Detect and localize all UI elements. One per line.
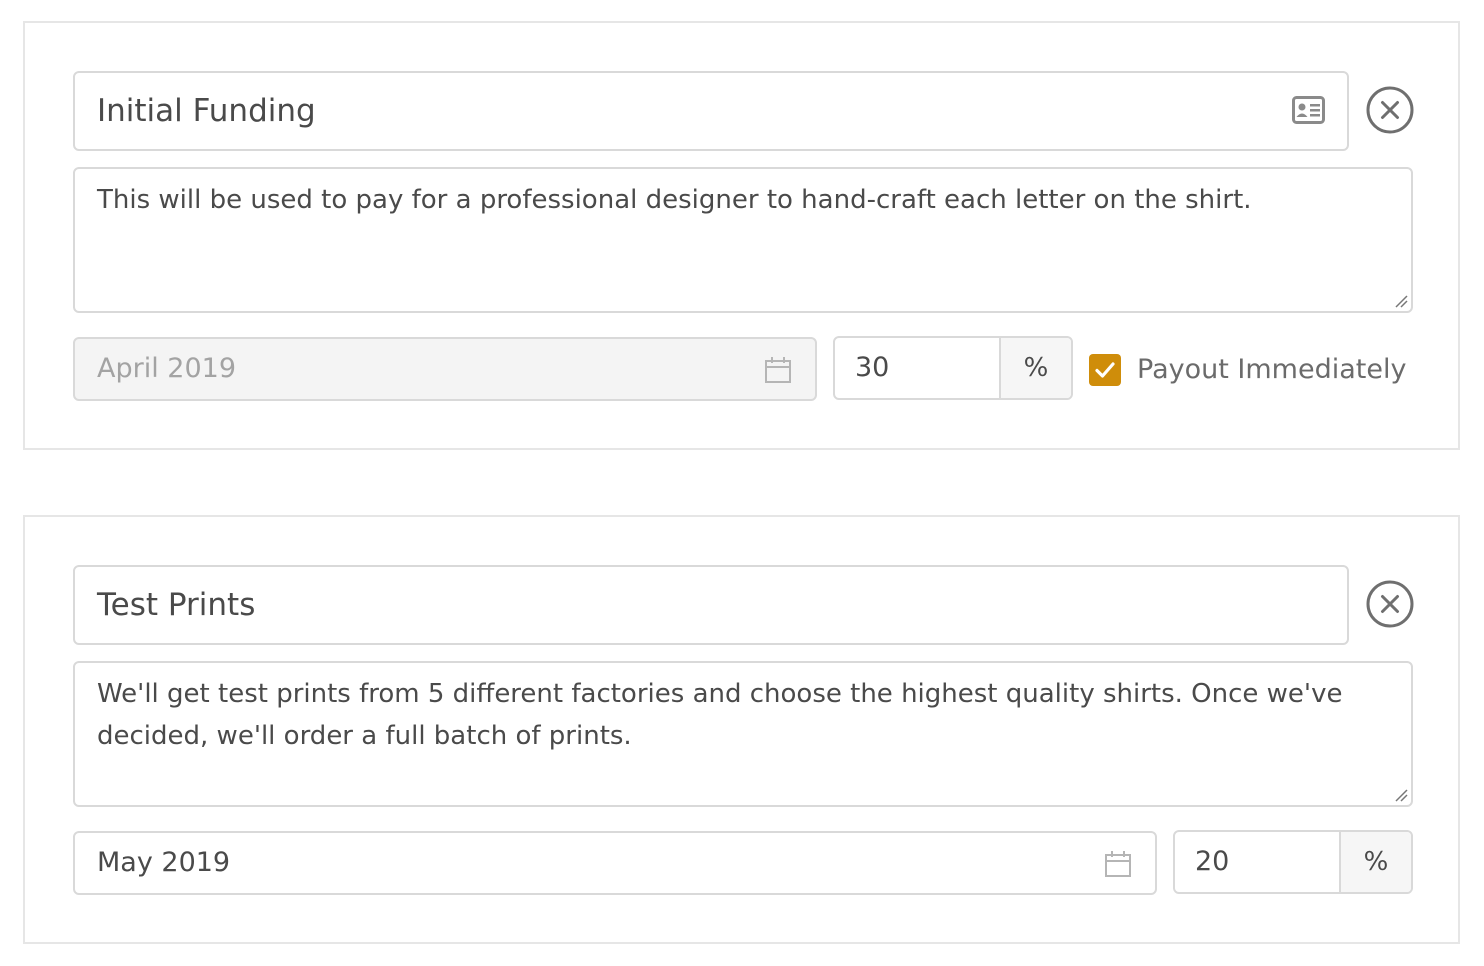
percent-addon: % [999, 338, 1071, 398]
milestone-title-value: Test Prints [97, 587, 256, 623]
resize-grip-icon[interactable] [1394, 294, 1408, 308]
payout-immediately-checkbox[interactable] [1089, 354, 1121, 386]
milestone-description-textarea[interactable]: We'll get test prints from 5 different f… [73, 661, 1413, 807]
close-circle-icon[interactable] [1366, 580, 1414, 628]
milestone-title-input[interactable]: Test Prints [73, 565, 1349, 645]
milestone-date-picker[interactable]: May 2019 [73, 831, 1157, 895]
milestone-title-input[interactable]: Initial Funding [73, 71, 1349, 151]
milestone-card: Initial Funding This will be used to pay… [23, 21, 1460, 450]
payout-immediately-label[interactable]: Payout Immediately [1137, 345, 1406, 395]
milestone-card: Test Prints We'll get test prints from 5… [23, 515, 1460, 944]
milestone-percent-value: 20 [1195, 846, 1230, 877]
check-icon [1095, 362, 1115, 378]
id-card-icon [1292, 96, 1325, 124]
milestone-date-value: May 2019 [97, 847, 231, 878]
milestone-percent-input[interactable]: 20 % [1173, 830, 1413, 894]
close-circle-icon[interactable] [1366, 86, 1414, 134]
milestone-percent-value: 30 [855, 352, 890, 383]
milestone-percent-input[interactable]: 30 % [833, 336, 1073, 400]
percent-addon: % [1339, 832, 1411, 892]
milestone-date-value: April 2019 [97, 353, 237, 384]
calendar-icon [1105, 851, 1131, 877]
milestone-title-value: Initial Funding [97, 93, 316, 129]
resize-grip-icon[interactable] [1394, 788, 1408, 802]
milestone-description-textarea[interactable]: This will be used to pay for a professio… [73, 167, 1413, 313]
milestone-description-value: This will be used to pay for a professio… [97, 185, 1252, 215]
milestone-description-value: We'll get test prints from 5 different f… [97, 679, 1343, 751]
calendar-icon [765, 357, 791, 383]
milestone-date-picker: April 2019 [73, 337, 817, 401]
